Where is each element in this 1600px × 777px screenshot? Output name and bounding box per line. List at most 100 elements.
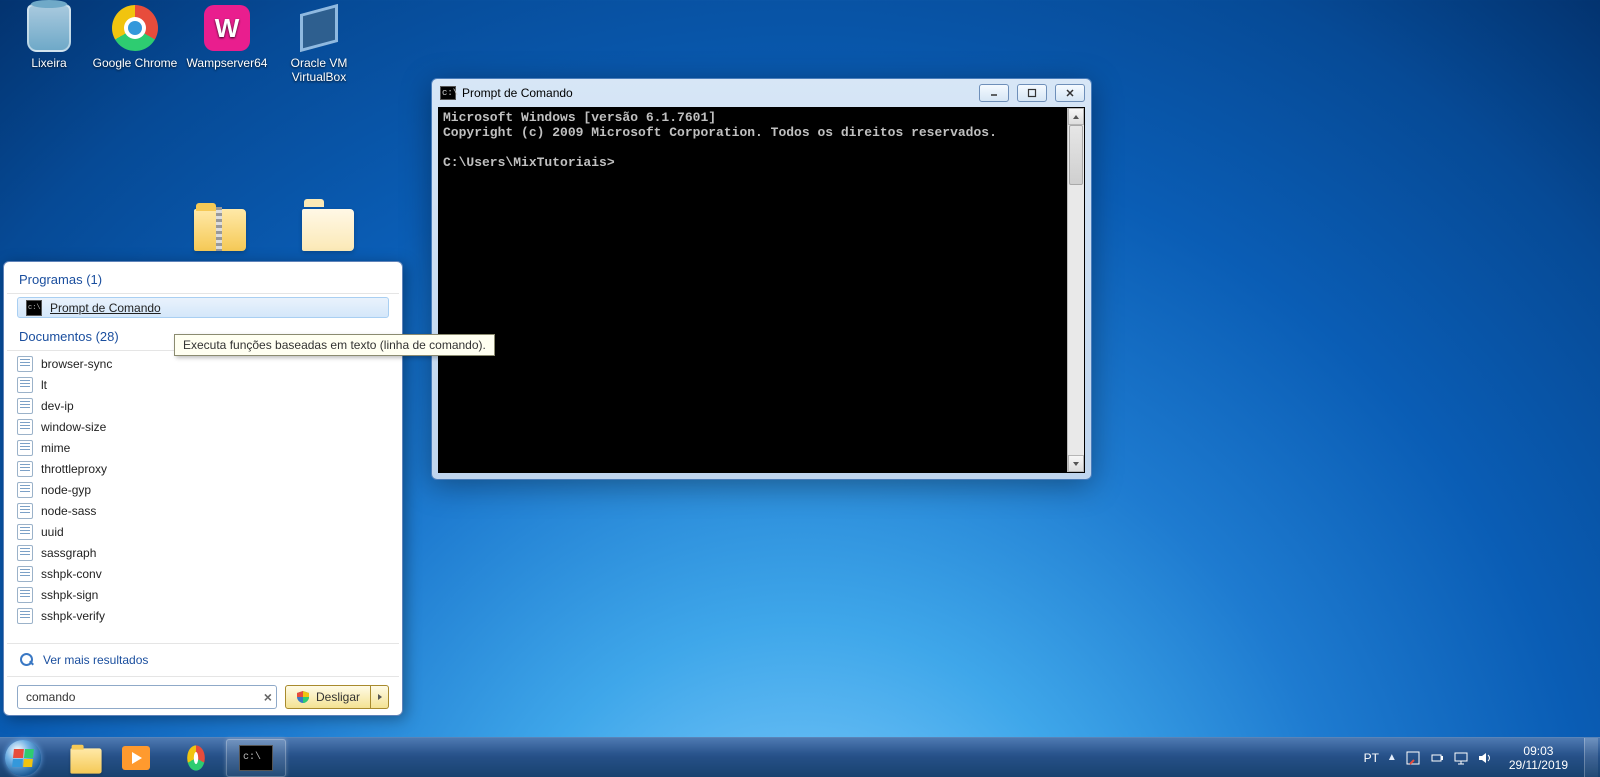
search-result-label: node-sass xyxy=(41,504,96,518)
recycle-bin-icon xyxy=(25,4,73,52)
tray-overflow-button[interactable]: ▲ xyxy=(1387,752,1397,763)
search-result-label: sassgraph xyxy=(41,546,96,560)
file-explorer-icon xyxy=(60,744,92,772)
folder-zip-icon[interactable] xyxy=(194,209,246,251)
search-result-item[interactable]: window-size xyxy=(7,416,399,437)
folder-open-icon[interactable] xyxy=(302,209,354,251)
shutdown-split-button: Desligar xyxy=(285,685,389,709)
search-result-label: dev-ip xyxy=(41,399,74,413)
close-button[interactable] xyxy=(1055,84,1085,102)
document-icon xyxy=(17,524,33,540)
search-result-label: lt xyxy=(41,378,47,392)
search-result-item[interactable]: browser-sync xyxy=(7,353,399,374)
tooltip: Executa funções baseadas em texto (linha… xyxy=(174,334,495,356)
search-result-item[interactable]: throttleproxy xyxy=(7,458,399,479)
start-search-input[interactable]: comando × xyxy=(17,685,277,709)
search-result-item[interactable]: uuid xyxy=(7,521,399,542)
document-icon xyxy=(17,482,33,498)
document-icon xyxy=(17,356,33,372)
search-result-item[interactable]: sassgraph xyxy=(7,542,399,563)
taskbar-clock[interactable]: 09:03 29/11/2019 xyxy=(1501,744,1576,772)
start-menu-panel: Programas (1) Prompt de Comando Document… xyxy=(3,261,403,716)
scrollbar-vertical[interactable] xyxy=(1067,108,1084,472)
see-more-results[interactable]: Ver mais resultados xyxy=(7,644,399,676)
search-result-item[interactable]: mime xyxy=(7,437,399,458)
search-result-item[interactable]: sshpk-sign xyxy=(7,584,399,605)
search-result-label: sshpk-sign xyxy=(41,588,98,602)
scroll-track[interactable] xyxy=(1068,125,1084,455)
window-title: Prompt de Comando xyxy=(462,86,971,100)
maximize-button[interactable] xyxy=(1017,84,1047,102)
network-icon[interactable] xyxy=(1453,750,1469,766)
scroll-thumb[interactable] xyxy=(1069,125,1083,185)
taskbar-running-cmd[interactable]: c:\ xyxy=(226,739,286,777)
chrome-icon xyxy=(111,4,159,52)
document-icon xyxy=(17,419,33,435)
search-result-item[interactable]: sshpk-conv xyxy=(7,563,399,584)
document-icon xyxy=(17,545,33,561)
search-result-label: uuid xyxy=(41,525,64,539)
document-icon xyxy=(17,566,33,582)
search-result-prompt-de-comando[interactable]: Prompt de Comando xyxy=(17,297,389,318)
document-icon xyxy=(17,377,33,393)
shutdown-options-button[interactable] xyxy=(371,685,389,709)
search-result-label: node-gyp xyxy=(41,483,91,497)
desktop-icon-label: Wampserver64 xyxy=(184,56,270,70)
taskbar-pinned-explorer[interactable] xyxy=(46,739,106,777)
search-result-item[interactable]: lt xyxy=(7,374,399,395)
clock-date: 29/11/2019 xyxy=(1509,758,1568,772)
scroll-down-button[interactable] xyxy=(1068,455,1084,472)
desktop-icon-label: Lixeira xyxy=(6,56,92,70)
command-prompt-window[interactable]: c:\ Prompt de Comando Microsoft Windows … xyxy=(431,78,1092,480)
minimize-button[interactable] xyxy=(979,84,1009,102)
taskbar-pinned-media-player[interactable] xyxy=(106,739,166,777)
see-more-results-label: Ver mais resultados xyxy=(43,653,148,667)
cmd-icon: c:\ xyxy=(239,745,273,771)
command-prompt-body[interactable]: Microsoft Windows [versão 6.1.7601] Copy… xyxy=(438,107,1085,473)
shutdown-button[interactable]: Desligar xyxy=(285,685,371,709)
power-icon[interactable] xyxy=(1429,750,1445,766)
search-icon xyxy=(19,652,35,668)
document-icon xyxy=(17,398,33,414)
media-player-icon xyxy=(120,744,152,772)
desktop-icon-virtualbox[interactable]: Oracle VMVirtualBox xyxy=(276,4,362,84)
desktop-icon-label: Google Chrome xyxy=(92,56,178,70)
search-input-text: comando xyxy=(26,690,264,704)
chrome-icon xyxy=(180,744,212,772)
search-result-label: sshpk-conv xyxy=(41,567,102,581)
show-desktop-button[interactable] xyxy=(1584,738,1598,777)
desktop-folders xyxy=(194,209,354,251)
desktop-icon-recycle-bin[interactable]: Lixeira xyxy=(6,4,92,70)
system-tray: PT ▲ 09:03 29/11/2019 xyxy=(1364,738,1600,777)
search-result-item[interactable]: node-gyp xyxy=(7,479,399,500)
taskbar-pinned-chrome[interactable] xyxy=(166,739,226,777)
document-icon xyxy=(17,608,33,624)
wampserver-icon xyxy=(203,4,251,52)
start-button[interactable] xyxy=(0,738,46,777)
language-indicator[interactable]: PT xyxy=(1364,751,1379,765)
window-titlebar[interactable]: c:\ Prompt de Comando xyxy=(432,79,1091,107)
cmd-icon: c:\ xyxy=(440,86,456,100)
desktop-icon-label: Oracle VMVirtualBox xyxy=(276,56,362,84)
search-result-item[interactable]: dev-ip xyxy=(7,395,399,416)
clear-search-button[interactable]: × xyxy=(264,689,272,705)
volume-icon[interactable] xyxy=(1477,750,1493,766)
programs-section-header: Programas (1) xyxy=(7,268,399,294)
command-prompt-output: Microsoft Windows [versão 6.1.7601] Copy… xyxy=(439,108,1067,472)
document-icon xyxy=(17,440,33,456)
start-panel-bottom: comando × Desligar xyxy=(7,683,399,711)
search-result-label: Prompt de Comando xyxy=(50,301,161,315)
document-icon xyxy=(17,503,33,519)
windows-orb-icon xyxy=(5,740,41,776)
search-result-label: throttleproxy xyxy=(41,462,107,476)
desktop-icon-wamp[interactable]: Wampserver64 xyxy=(184,4,270,70)
action-center-icon[interactable] xyxy=(1405,750,1421,766)
search-result-item[interactable]: node-sass xyxy=(7,500,399,521)
virtualbox-icon xyxy=(295,4,343,52)
document-icon xyxy=(17,587,33,603)
search-result-item[interactable]: sshpk-verify xyxy=(7,605,399,626)
search-result-label: browser-sync xyxy=(41,357,112,371)
desktop-icon-chrome[interactable]: Google Chrome xyxy=(92,4,178,70)
scroll-up-button[interactable] xyxy=(1068,108,1084,125)
clock-time: 09:03 xyxy=(1509,744,1568,758)
